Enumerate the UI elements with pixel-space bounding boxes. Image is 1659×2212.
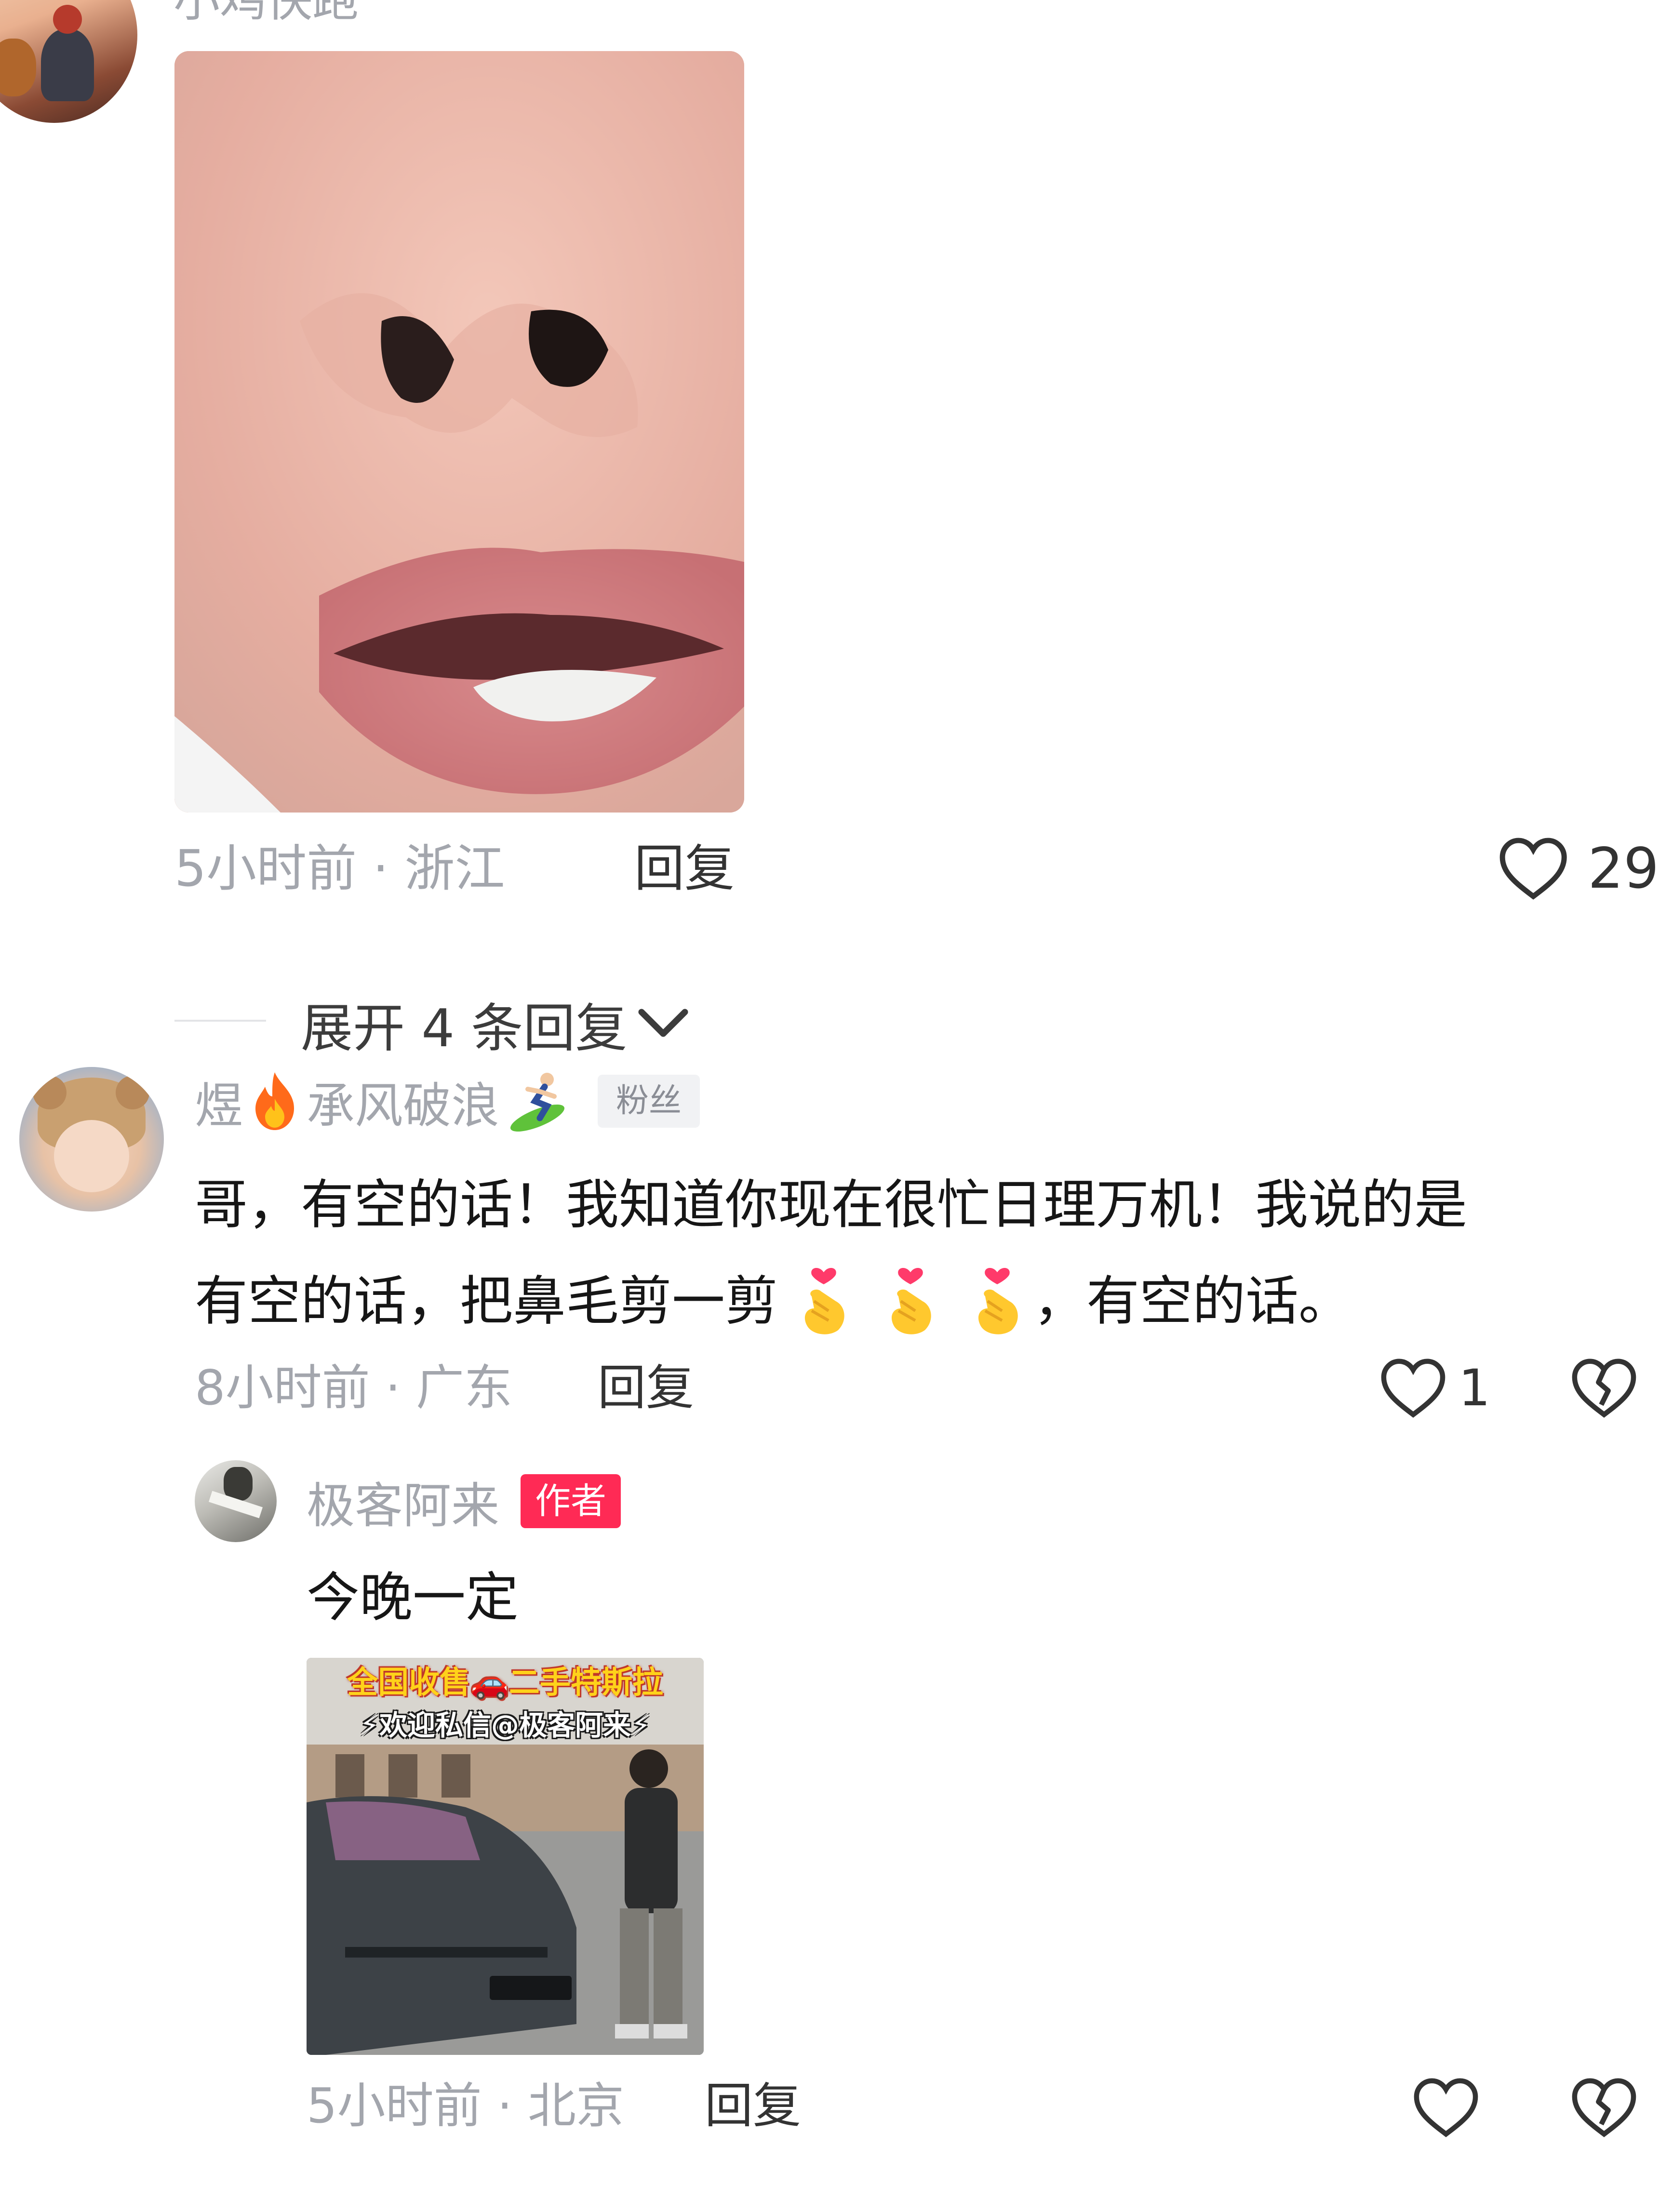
comment-text-line-2: 有空的话，把鼻毛剪一剪 — [195, 1270, 778, 1332]
reply-username-row: 极客阿来 作者 — [307, 1467, 621, 1535]
heart-outline-icon — [1381, 1359, 1445, 1418]
surfer-icon — [510, 1073, 565, 1132]
username-main: 承风破浪 — [307, 1077, 499, 1134]
comment-time-location: 5小时前 · 浙江 — [174, 839, 505, 898]
comment-text-line-1: 哥，有空的话！我知道你现在很忙日理万机！我说的是 — [195, 1174, 1467, 1236]
broken-heart-icon — [1572, 2078, 1636, 2137]
avatar[interactable] — [19, 1067, 164, 1212]
comment-image[interactable] — [174, 51, 744, 813]
promo-banner-line2: ⚡欢迎私信@极客阿来⚡ — [360, 1709, 651, 1742]
comment-time-location: 8小时前 · 广东 — [195, 1359, 512, 1416]
dislike-button[interactable] — [1570, 2071, 1638, 2144]
like-count: 1 — [1458, 1359, 1491, 1417]
author-badge: 作者 — [521, 1474, 621, 1528]
broken-heart-icon — [1572, 1359, 1636, 1418]
comment-username[interactable]: 煜 承风破浪 粉丝 — [195, 1067, 700, 1135]
comment-text-line-2-end: ，有空的话。 — [1033, 1270, 1351, 1332]
reply-button[interactable]: 回复 — [705, 2072, 801, 2140]
reply-image[interactable]: 全国收售🚗二手特斯拉 ⚡欢迎私信@极客阿来⚡ — [307, 1658, 704, 2055]
chevron-down-icon — [638, 1009, 688, 1037]
dislike-button[interactable] — [1570, 1352, 1638, 1424]
finger-heart-icon — [891, 1267, 931, 1334]
like-button[interactable]: 29 — [1498, 830, 1659, 907]
expand-divider — [174, 1020, 266, 1022]
comment-text: 哥，有空的话！我知道你现在很忙日理万机！我说的是 有空的话，把鼻毛剪一剪 ，有空… — [195, 1157, 1641, 1349]
expand-replies-label: 展开 4 条回复 — [301, 999, 628, 1059]
promo-banner-line1: 全国收售🚗二手特斯拉 — [347, 1665, 663, 1701]
heart-outline-icon — [1414, 2078, 1478, 2137]
reply-time-location: 5小时前 · 北京 — [307, 2078, 624, 2134]
finger-heart-icon — [804, 1267, 844, 1334]
expand-replies-button[interactable]: 展开 4 条回复 — [301, 988, 690, 1060]
fans-badge: 粉丝 — [598, 1075, 700, 1128]
reply-button[interactable]: 回复 — [634, 835, 735, 902]
reply-button[interactable]: 回复 — [598, 1354, 694, 1422]
like-count: 29 — [1588, 836, 1659, 901]
promo-banner: 全国收售🚗二手特斯拉 ⚡欢迎私信@极客阿来⚡ — [307, 1658, 704, 1749]
reply-text: 今晚一定 — [307, 1567, 519, 1628]
username-prefix: 煜 — [195, 1077, 243, 1134]
comment-username[interactable]: 小鸡快跑 — [174, 0, 359, 27]
heart-outline-icon — [1499, 838, 1567, 900]
avatar[interactable] — [195, 1460, 277, 1542]
reply-username[interactable]: 极客阿来 — [307, 1466, 499, 1536]
fire-icon — [255, 1072, 294, 1130]
avatar[interactable] — [0, 0, 137, 123]
like-button[interactable]: 1 — [1379, 1352, 1490, 1424]
finger-heart-icon — [978, 1267, 1018, 1334]
like-button[interactable] — [1412, 2071, 1480, 2144]
